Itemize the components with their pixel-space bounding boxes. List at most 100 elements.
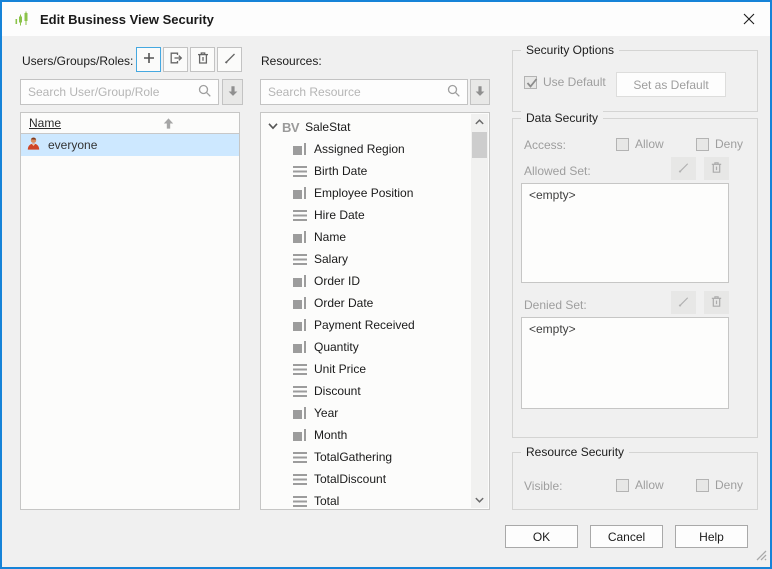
arrow-down-icon bbox=[473, 84, 487, 101]
set-as-default-label: Set as Default bbox=[633, 77, 709, 92]
tree-item[interactable]: Payment Received bbox=[262, 314, 471, 336]
user-search-apply-button[interactable] bbox=[222, 79, 243, 105]
close-icon[interactable] bbox=[741, 11, 757, 27]
pencil-icon bbox=[222, 50, 238, 69]
tree-item[interactable]: Hire Date bbox=[262, 204, 471, 226]
use-default-row: Use Default bbox=[524, 75, 606, 89]
dialog-title: Edit Business View Security bbox=[40, 11, 214, 27]
tree-item[interactable]: Salary bbox=[262, 248, 471, 270]
access-allow-checkbox[interactable] bbox=[616, 137, 629, 151]
tree-item-label: Order Date bbox=[314, 296, 374, 310]
ok-button[interactable]: OK bbox=[505, 525, 578, 548]
tree-item-label: TotalDiscount bbox=[314, 472, 387, 486]
list-item-everyone[interactable]: everyone bbox=[21, 134, 239, 156]
titlebar: Edit Business View Security bbox=[2, 2, 770, 36]
data-security-legend: Data Security bbox=[521, 111, 604, 125]
users-toolbar bbox=[136, 47, 242, 72]
trash-icon bbox=[195, 50, 211, 69]
tree-item-label: Name bbox=[314, 230, 347, 244]
detail-icon bbox=[293, 210, 307, 221]
trash-icon bbox=[709, 160, 724, 178]
allowed-set-label: Allowed Set: bbox=[524, 164, 591, 178]
visible-deny-checkbox[interactable] bbox=[696, 478, 709, 492]
edit-button[interactable] bbox=[217, 47, 242, 72]
dimension-icon bbox=[293, 340, 307, 354]
access-deny-checkbox[interactable] bbox=[696, 137, 709, 151]
detail-icon bbox=[293, 364, 307, 375]
search-icon bbox=[197, 83, 213, 102]
tree-item-label: Hire Date bbox=[314, 208, 365, 222]
cancel-label: Cancel bbox=[607, 529, 646, 544]
detail-icon bbox=[293, 254, 307, 265]
edit-allowed-set-button[interactable] bbox=[671, 157, 696, 180]
tree-item[interactable]: Quantity bbox=[262, 336, 471, 358]
dimension-icon bbox=[293, 230, 307, 244]
tree-item[interactable]: Assigned Region bbox=[262, 138, 471, 160]
delete-button[interactable] bbox=[190, 47, 215, 72]
resource-search-apply-button[interactable] bbox=[470, 79, 490, 105]
clear-denied-set-button[interactable] bbox=[704, 291, 729, 314]
edit-denied-set-button[interactable] bbox=[671, 291, 696, 314]
move-out-button[interactable] bbox=[163, 47, 188, 72]
visible-deny-row: Deny bbox=[696, 478, 743, 492]
list-item-label: everyone bbox=[48, 138, 98, 152]
scrollbar-thumb[interactable] bbox=[472, 132, 487, 158]
scroll-down-icon[interactable] bbox=[471, 491, 488, 508]
tree-item[interactable]: Month bbox=[262, 424, 471, 446]
use-default-checkbox[interactable] bbox=[524, 75, 538, 89]
visible-allow-checkbox[interactable] bbox=[616, 478, 629, 492]
sort-ascending-icon[interactable] bbox=[161, 116, 176, 134]
tree-item-label: Unit Price bbox=[314, 362, 367, 376]
tree-item[interactable]: Order Date bbox=[262, 292, 471, 314]
dimension-icon bbox=[293, 318, 307, 332]
dimension-icon bbox=[293, 406, 307, 420]
help-button[interactable]: Help bbox=[675, 525, 748, 548]
name-column-header[interactable]: Name bbox=[29, 116, 61, 130]
allowed-set-value: <empty> bbox=[529, 188, 576, 202]
pencil-icon bbox=[676, 294, 691, 312]
cancel-button[interactable]: Cancel bbox=[590, 525, 663, 548]
users-list-header[interactable]: Name bbox=[21, 113, 239, 134]
user-search-box bbox=[20, 79, 219, 105]
tree-item[interactable]: Employee Position bbox=[262, 182, 471, 204]
resources-tree: BV SaleStat Assigned Region Birth Date Emp… bbox=[260, 112, 490, 510]
tree-root-salestat[interactable]: BV SaleStat bbox=[262, 116, 471, 138]
access-deny-row: Deny bbox=[696, 137, 743, 151]
user-search-input[interactable] bbox=[21, 85, 197, 99]
resource-security-legend: Resource Security bbox=[521, 445, 630, 459]
set-as-default-button[interactable]: Set as Default bbox=[616, 72, 726, 97]
visible-allow-row: Allow bbox=[616, 478, 664, 492]
tree-item[interactable]: Birth Date bbox=[262, 160, 471, 182]
tree-item[interactable]: TotalGathering bbox=[262, 446, 471, 468]
tree-item[interactable]: Year bbox=[262, 402, 471, 424]
tree-item-label: Year bbox=[314, 406, 339, 420]
chevron-down-icon[interactable] bbox=[268, 120, 278, 134]
tree-item-label: Employee Position bbox=[314, 186, 414, 200]
scroll-up-icon[interactable] bbox=[471, 114, 488, 131]
denied-set-value: <empty> bbox=[529, 322, 576, 336]
allowed-set-box[interactable]: <empty> bbox=[521, 183, 729, 283]
tree-scrollbar[interactable] bbox=[471, 114, 488, 508]
user-icon bbox=[26, 136, 41, 154]
tree-item[interactable]: Discount bbox=[262, 380, 471, 402]
pencil-icon bbox=[676, 160, 691, 178]
detail-icon bbox=[293, 166, 307, 177]
tree-item[interactable]: Unit Price bbox=[262, 358, 471, 380]
clear-allowed-set-button[interactable] bbox=[704, 157, 729, 180]
tree-item-label: Total bbox=[314, 494, 340, 508]
tree-item[interactable]: Order ID bbox=[262, 270, 471, 292]
tree-item-label: Discount bbox=[314, 384, 361, 398]
denied-set-box[interactable]: <empty> bbox=[521, 317, 729, 409]
arrow-down-icon bbox=[226, 84, 240, 101]
detail-icon bbox=[293, 452, 307, 463]
resource-search-box bbox=[260, 79, 468, 105]
tree-item[interactable]: TotalDiscount bbox=[262, 468, 471, 490]
resource-search-input[interactable] bbox=[261, 85, 446, 99]
trash-icon bbox=[709, 294, 724, 312]
tree-item[interactable]: Total bbox=[262, 490, 471, 508]
tree-item-label: Assigned Region bbox=[314, 142, 405, 156]
tree-item[interactable]: Name bbox=[262, 226, 471, 248]
plus-icon bbox=[141, 50, 157, 69]
add-button[interactable] bbox=[136, 47, 161, 72]
resize-grip-icon[interactable] bbox=[753, 547, 767, 564]
